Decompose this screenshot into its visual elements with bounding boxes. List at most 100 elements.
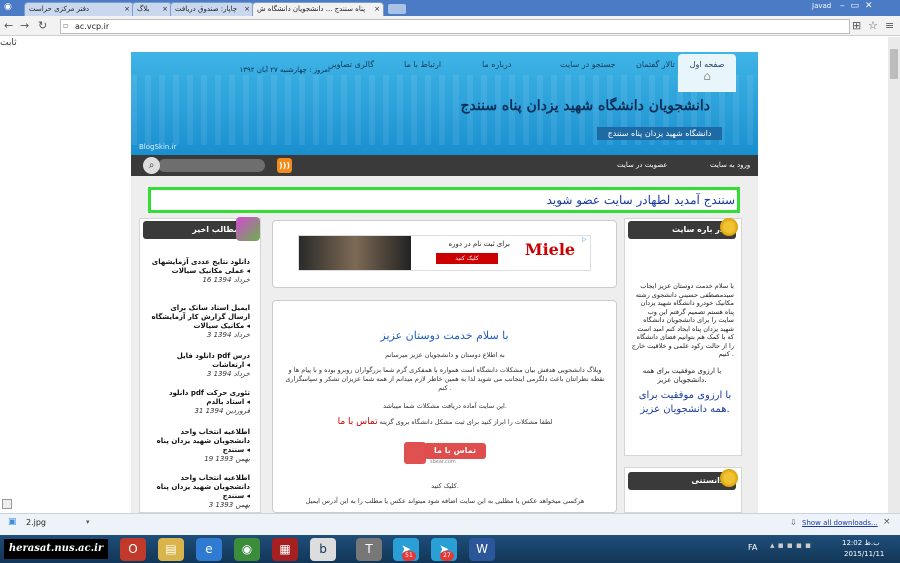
search-icon[interactable]: ⌕ [143,157,160,174]
post-date: 3 بهمن 1393 [208,501,250,509]
contact-link[interactable]: تماس با ما [338,417,378,427]
post-title[interactable]: دانلود فایل pdf درس ارتعاشات [177,352,250,369]
back-icon[interactable]: ← [4,16,13,36]
chrome-logo-icon[interactable]: ◉ [4,2,18,14]
site-subtitle: دانشگاه شهید یزدان پناه سنندج [597,127,722,140]
app-t-icon[interactable]: T [356,538,382,561]
close-icon[interactable]: × [162,3,168,16]
clock-time[interactable]: 12:02 ب.ظ [842,539,880,547]
close-icon[interactable]: × [244,3,250,16]
post-paragraph: این سایت آماده دریافت مشکلات شما میباشد. [383,402,507,410]
tab-label: دفتر مرکزی حراست [29,5,90,13]
tab-active-site[interactable]: پناه سنندج ... دانشجویان دانشگاه ش × [252,2,384,16]
ie-icon[interactable]: e [196,538,222,561]
profile-name[interactable]: Javad [812,2,831,10]
post-title[interactable]: اطلاعیه انتخاب واحد دانشجویان شهید یزدان… [157,428,250,454]
tab-label: بلاگ [137,5,150,13]
date-text: امروز : چهارشنبه ۲۷ آبان ۱۳۹۲ [239,66,330,74]
nav-forum[interactable]: تالار گفتمان [636,55,675,75]
reload-icon[interactable]: ↻ [38,16,47,36]
clock-date[interactable]: 2015/11/11 [844,550,884,558]
post-date: 19 بهمن 1393 [204,455,250,463]
adchoices-icon[interactable]: ▷ [582,236,587,243]
post-title: با سلام خدمت دوستان عزیز [380,329,509,342]
tab-herasat[interactable]: دفتر مرکزی حراست × [24,2,134,16]
tab-chapar[interactable]: چاپار: صندوق دریافت × [170,2,254,16]
tray-icons[interactable]: ▴▪▪▪▪ [770,541,814,551]
ad-click-button[interactable]: کلیک کنید [436,253,498,264]
badge: 51 [402,551,416,561]
nav-search[interactable]: جستجو در سایت [560,55,616,75]
word-icon[interactable]: W [469,538,495,561]
tab-label: چاپار: صندوق دریافت [175,5,238,13]
post-paragraph: کلیک کنید. [431,482,459,490]
tab-blog[interactable]: بلاگ × [132,2,172,16]
contact-button[interactable]: تماس با ما [424,443,486,459]
rss-icon[interactable]: ))) [277,158,292,173]
mailbox-icon[interactable] [404,442,426,464]
miele-logo: Miele [524,240,576,259]
list-item[interactable]: دانلود pdf تئوری حرکت استاد بالدم ◂ 31 فر… [150,389,250,416]
login-link[interactable]: ورود به سایت [710,155,750,176]
bookmark-star-icon[interactable]: ☆ [868,16,878,36]
app-b-icon[interactable]: b [310,538,336,561]
broken-image-icon [2,499,12,509]
flower-icon [720,218,738,236]
wish-small: با ارزوی موفقیت برای همه دانشجویان عزیز. [642,367,722,384]
menu-icon[interactable]: ≡ [885,16,894,36]
about-text: با سلام خدمت دوستان عزیز ایجاب سیدمصطفی … [631,282,734,358]
nav-home-label: صفحه اول [689,60,725,69]
post-title[interactable]: دانلود pdf تئوری حرکت استاد بالدم [169,389,250,406]
forward-icon[interactable]: → [20,16,29,36]
list-item[interactable]: ایمیل استاد ساتک برای ارسال گزارش کار آز… [150,304,250,340]
list-item[interactable]: دانلود فایل pdf درس ارتعاشات ◂ 3 خرداد 13… [150,352,250,379]
recent-posts-title: مطالب اخیر [143,221,251,239]
register-link[interactable]: عضویت در سایت [617,155,667,176]
home-icon: ⌂ [703,69,711,83]
app-icon[interactable]: ▦ [272,538,298,561]
list-item[interactable]: اطلاعیه انتخاب واحد دانشجویان شهید یزدان… [150,474,250,510]
close-icon[interactable]: × [883,517,891,527]
nav-gallery[interactable]: گالری تصاویر [330,55,374,75]
scrollbar[interactable] [888,37,900,513]
post-paragraph: هرکسی میخواهد عکس یا مطلبی به این سایت ا… [305,497,585,505]
post-title[interactable]: اطلاعیه انتخاب واحد دانشجویان شهید یزدان… [157,474,250,500]
post-title[interactable]: دانلود نتایج عددی آزمایشهای عملی مکانیک … [152,258,250,275]
list-item[interactable]: دانلود نتایج عددی آزمایشهای عملی مکانیک … [150,258,250,285]
folder-icon[interactable]: ▤ [158,538,184,561]
opera-icon[interactable]: O [120,538,146,561]
post-date: 31 فروردین 1394 [194,407,250,415]
chevron-down-icon[interactable]: ▾ [86,518,90,526]
ad-image[interactable] [299,236,411,270]
close-icon[interactable]: × [374,3,380,16]
blogskin-watermark: BlogSkin.ir [139,143,177,151]
page-icon: ▫ [63,21,69,30]
image-file-icon: ▣ [8,517,17,527]
post-date: 16 خرداد 1394 [202,276,250,284]
ad-text: برای ثبت نام در دوره [448,240,510,248]
translate-icon[interactable]: ⊞ [852,16,861,36]
download-file-name[interactable]: 2.jpg [26,518,46,527]
address-bar[interactable]: ac.vcp.ir [60,19,850,34]
search-input[interactable] [158,159,265,172]
list-item[interactable]: اطلاعیه انتخاب واحد دانشجویان شهید یزدان… [150,428,250,464]
nav-home[interactable]: صفحه اول ⌂ [678,54,736,92]
banner-text: سنندج آمدید لطهادر سایت عضو شوید [546,193,735,207]
post-date: 3 خرداد 1394 [206,331,250,339]
herasat-watermark: herasat.nus.ac.ir [4,539,108,559]
language-indicator[interactable]: FA [748,543,757,552]
chrome-icon[interactable]: ◉ [234,538,260,561]
new-tab-button[interactable] [388,4,406,14]
window-controls[interactable]: –▭✕ [840,1,879,11]
show-all-downloads-link[interactable]: Show all downloads... [802,519,878,527]
site-title: دانشجویان دانشگاه شهید یزدان پناه سنندج [460,98,710,114]
nav-about[interactable]: درباره ما [482,55,511,75]
nav-contact[interactable]: ارتباط با ما [404,55,441,75]
recent-posts-icon [236,217,260,241]
scrollbar-thumb[interactable] [890,49,898,79]
download-bar [0,513,900,535]
post-title[interactable]: ایمیل استاد ساتک برای ارسال گزارش کار آز… [151,304,250,330]
post-paragraph: لطفا مشکلات را ابراز کنید برای ثبت مشکل … [285,418,605,427]
close-icon[interactable]: × [124,3,130,16]
post-date: 3 خرداد 1394 [206,370,250,378]
